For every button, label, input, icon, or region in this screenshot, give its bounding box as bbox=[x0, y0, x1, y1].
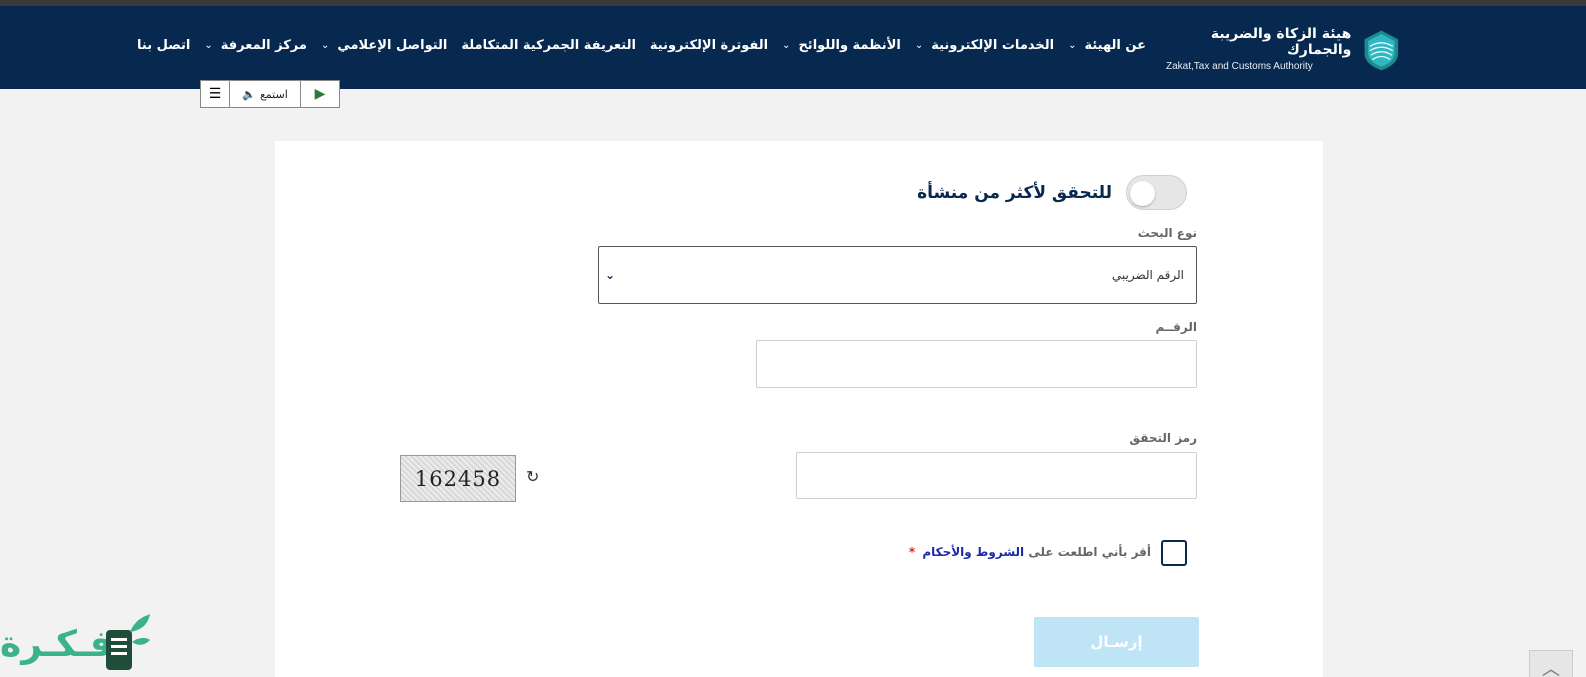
listen-button[interactable]: 🔈 استمع bbox=[230, 81, 301, 107]
refresh-icon[interactable]: ↻ bbox=[526, 467, 539, 486]
captcha-input[interactable] bbox=[796, 452, 1197, 499]
nav-item-einvoicing[interactable]: الفوترة الإلكترونية bbox=[650, 38, 768, 53]
nav-item-about[interactable]: عن الهيئة ⌄ bbox=[1068, 38, 1146, 53]
captcha-label: رمز التحقق bbox=[1129, 431, 1197, 445]
speaker-icon: 🔈 bbox=[242, 87, 256, 101]
menu-icon[interactable]: ☰ bbox=[201, 81, 230, 107]
readspeaker-bar: ☰ 🔈 استمع ▶ bbox=[200, 80, 340, 108]
nav-item-eservices[interactable]: الخدمات الإلكترونية ⌄ bbox=[915, 38, 1054, 53]
nav-item-contact[interactable]: اتصل بنا bbox=[137, 38, 190, 53]
chevron-down-icon: ⌄ bbox=[204, 40, 213, 51]
play-icon[interactable]: ▶ bbox=[301, 81, 339, 107]
nav-item-regulations[interactable]: الأنظمة واللوائح ⌄ bbox=[782, 38, 901, 53]
watermark-text: فـكـرة bbox=[0, 624, 113, 665]
multi-entity-toggle-row: للتحقق لأكثر من منشأة bbox=[917, 175, 1187, 210]
nav-item-knowledge-center[interactable]: مركز المعرفة ⌄ bbox=[204, 38, 307, 53]
required-asterisk: * bbox=[908, 545, 916, 559]
book-plant-icon bbox=[106, 614, 150, 670]
captcha-image: 162458 bbox=[400, 455, 516, 502]
nav-item-label: التعريفة الجمركية المتكاملة bbox=[461, 38, 636, 53]
nav-item-label: الفوترة الإلكترونية bbox=[649, 38, 769, 53]
chevron-down-icon: ⌄ bbox=[605, 268, 616, 282]
verification-form-card: للتحقق لأكثر من منشأة نوع البحث الرقم ال… bbox=[275, 141, 1323, 677]
nav-item-label: مركز المعرفة bbox=[220, 38, 307, 53]
logo-mark-icon bbox=[1364, 30, 1399, 71]
toggle-knob bbox=[1130, 181, 1155, 206]
nav-item-label: الخدمات الإلكترونية bbox=[931, 38, 1055, 53]
logo-arabic-name: هيئة الزكاة والضريبة والجمارك bbox=[1210, 26, 1352, 58]
submit-button[interactable]: إرسـال bbox=[1034, 617, 1199, 667]
site-header: هيئة الزكاة والضريبة والجمارك Zakat,Tax … bbox=[0, 6, 1586, 89]
chevron-down-icon: ⌄ bbox=[1068, 40, 1077, 51]
terms-prefix: أقر بأني اطلعت على bbox=[1028, 545, 1151, 559]
search-type-label: نوع البحث bbox=[1137, 226, 1197, 240]
logo-english-name: Zakat,Tax and Customs Authority bbox=[1166, 61, 1313, 72]
nav-item-label: التواصل الإعلامي bbox=[337, 38, 448, 53]
multi-entity-toggle-label: للتحقق لأكثر من منشأة bbox=[917, 182, 1112, 203]
nav-item-label: الأنظمة واللوائح bbox=[798, 38, 901, 53]
nav-item-label: اتصل بنا bbox=[137, 38, 191, 53]
multi-entity-toggle[interactable] bbox=[1126, 175, 1187, 210]
number-label: الرقــم bbox=[1155, 320, 1197, 334]
nav-item-label: عن الهيئة bbox=[1084, 38, 1146, 53]
number-input[interactable] bbox=[756, 340, 1197, 388]
search-type-value: الرقم الضريبي bbox=[1111, 268, 1184, 282]
chevron-down-icon: ⌄ bbox=[782, 40, 791, 51]
nav-item-customs-tariff[interactable]: التعريفة الجمركية المتكاملة bbox=[461, 38, 636, 53]
terms-checkbox[interactable] bbox=[1161, 540, 1187, 566]
terms-link[interactable]: الشروط والأحكام bbox=[922, 545, 1024, 559]
zatca-logo[interactable]: هيئة الزكاة والضريبة والجمارك Zakat,Tax … bbox=[1166, 22, 1402, 76]
chevron-down-icon: ⌄ bbox=[914, 40, 924, 51]
listen-label: استمع bbox=[259, 87, 288, 101]
search-type-select[interactable]: الرقم الضريبي ⌄ bbox=[598, 246, 1197, 304]
main-nav: عن الهيئة ⌄ الخدمات الإلكترونية ⌄ الأنظمة … bbox=[137, 38, 1146, 53]
fikra-watermark: فـكـرة bbox=[0, 612, 152, 677]
scroll-to-top-button[interactable]: ︿ bbox=[1529, 650, 1573, 677]
chevron-up-icon: ︿ bbox=[1542, 659, 1560, 677]
terms-text: أقر بأني اطلعت على الشروط والأحكام * bbox=[909, 545, 1151, 559]
chevron-down-icon: ⌄ bbox=[320, 40, 330, 51]
nav-item-media[interactable]: التواصل الإعلامي ⌄ bbox=[321, 38, 447, 53]
